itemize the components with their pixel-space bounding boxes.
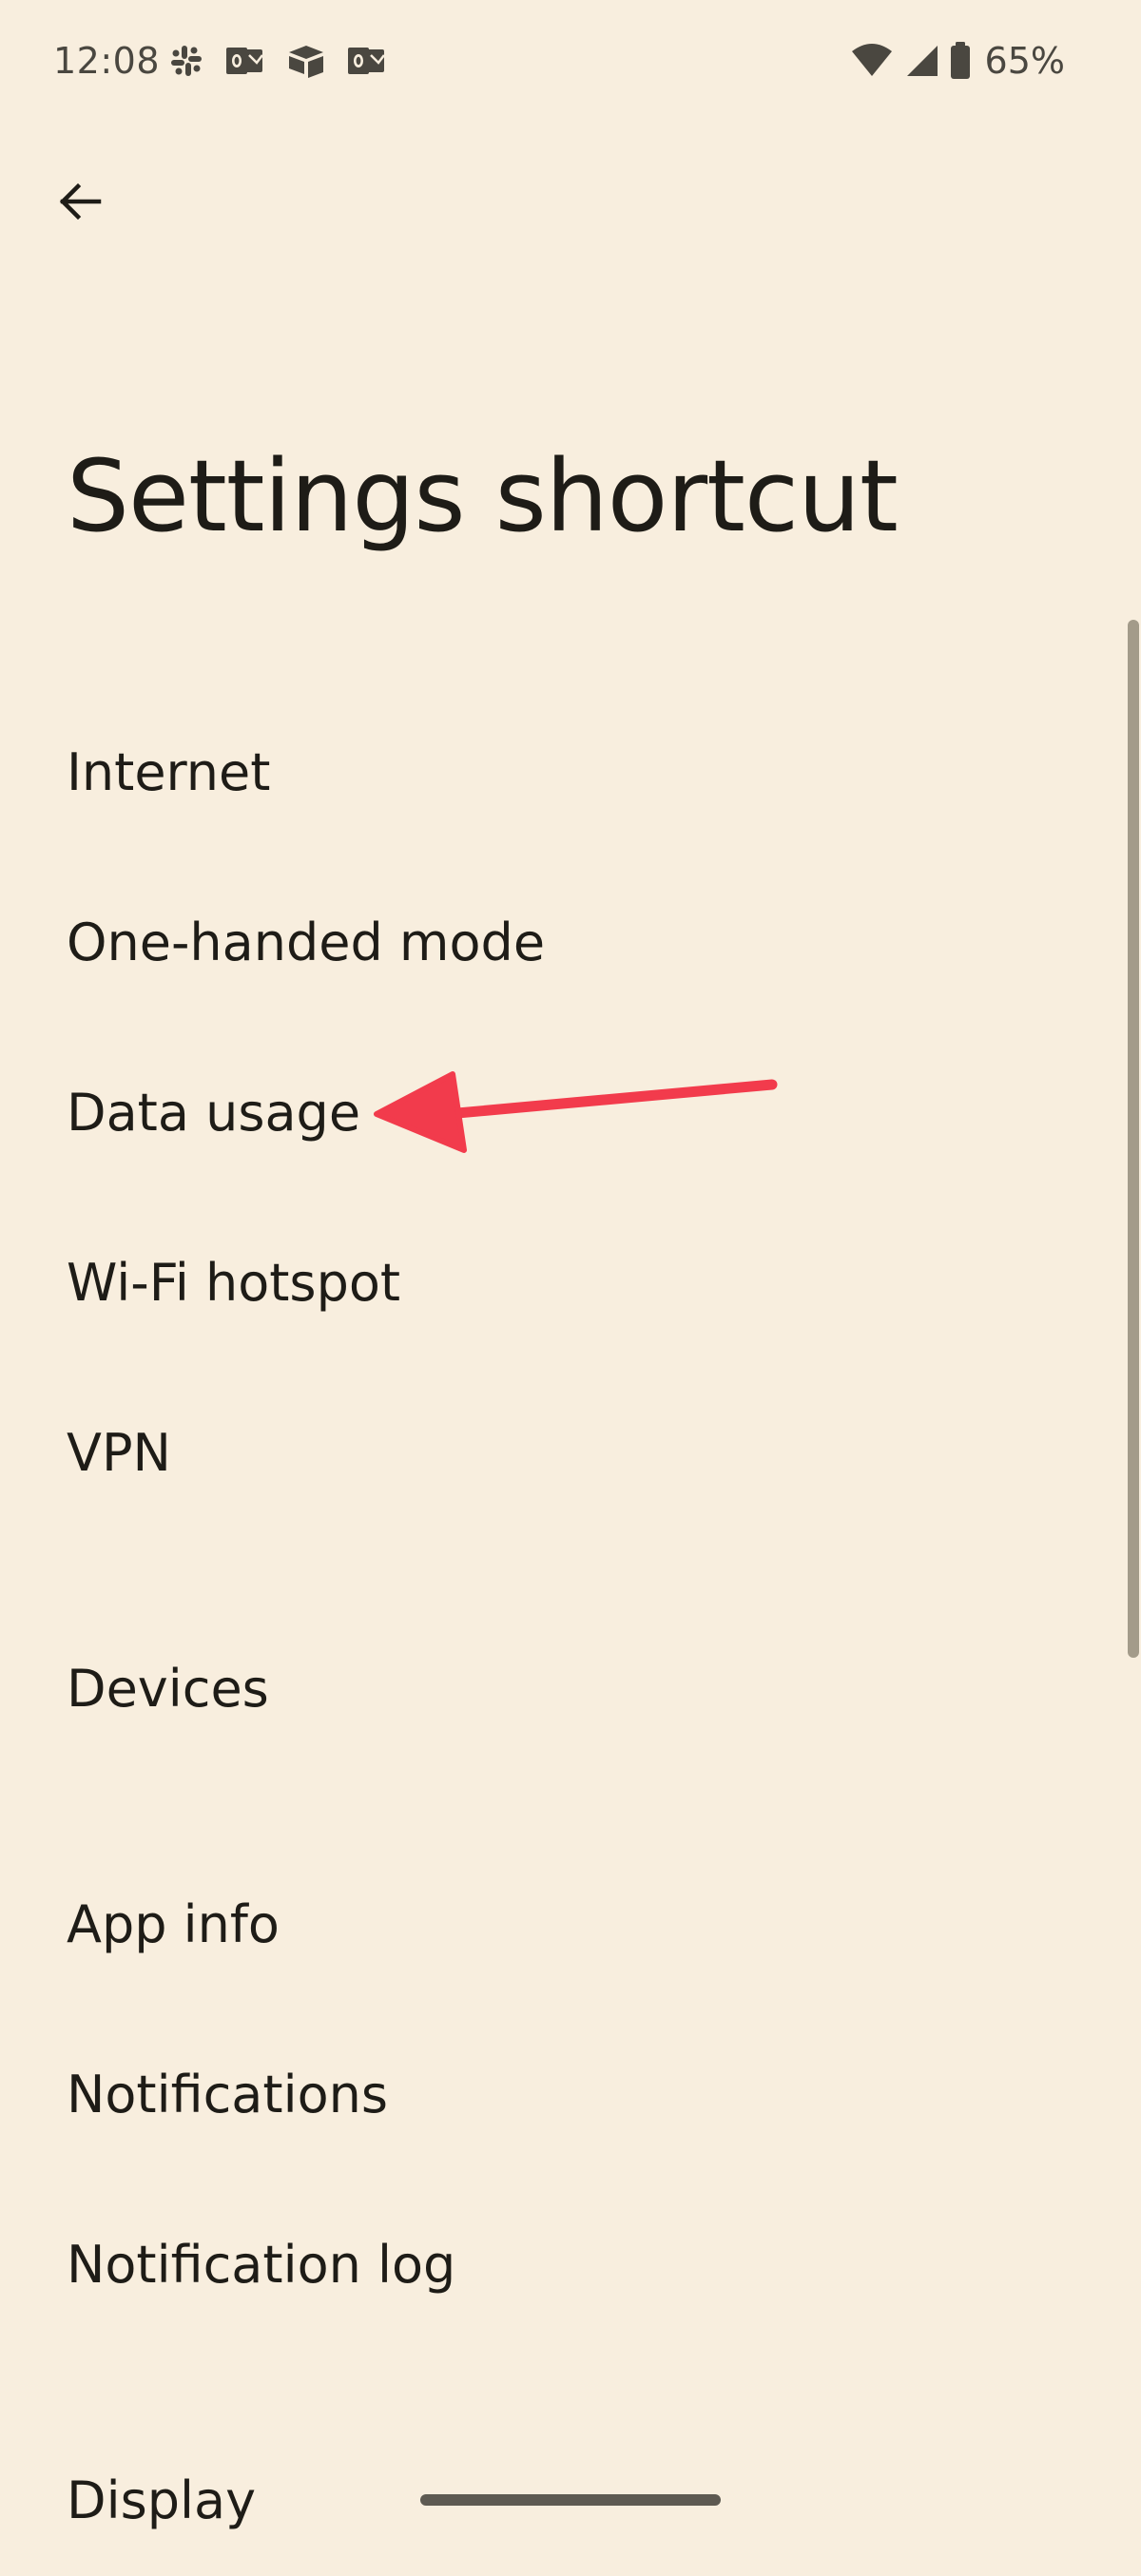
list-item-label: Notification log [67,2234,456,2295]
back-button[interactable] [38,160,122,243]
list-item-label: Devices [67,1658,269,1719]
status-time: 12:08 [53,40,161,82]
list-item-label: Internet [67,741,271,802]
list-item-label: One-handed mode [67,912,546,972]
scrollbar[interactable] [1128,620,1139,1658]
status-bar: 12:08 65% [0,0,1141,124]
arrow-back-icon [59,183,102,221]
airtable-icon [285,42,327,80]
wifi-icon [850,42,894,80]
page-title: Settings shortcut [67,438,899,554]
outlook-icon [224,42,266,80]
system-icons: 65% [850,40,1065,82]
list-item-label: Notifications [67,2064,388,2124]
list-item-devices[interactable]: Devices [0,1612,1128,1764]
battery-icon [949,41,972,81]
list-item-wifi-hotspot[interactable]: Wi-Fi hotspot [0,1206,1128,1358]
list-item-label: App info [67,1894,280,1954]
list-item-label: VPN [67,1422,171,1483]
list-item-app-info[interactable]: App info [0,1848,1128,2000]
list-item-vpn[interactable]: VPN [0,1376,1128,1528]
list-item-internet[interactable]: Internet [0,696,1128,848]
list-item-notifications[interactable]: Notifications [0,2018,1128,2170]
slack-icon [167,42,205,80]
outlook-icon [346,42,388,80]
gesture-navigation-handle[interactable] [420,2494,721,2506]
notification-icons [167,42,388,80]
list-item-notification-log[interactable]: Notification log [0,2188,1128,2340]
list-item-data-usage[interactable]: Data usage [0,1036,1128,1188]
cellular-signal-icon [903,42,939,80]
list-item-one-handed-mode[interactable]: One-handed mode [0,866,1128,1018]
list-item-label: Wi-Fi hotspot [67,1252,401,1313]
battery-percent: 65% [984,40,1065,82]
list-item-label: Data usage [67,1082,361,1143]
list-item-label: Display [67,2470,257,2530]
